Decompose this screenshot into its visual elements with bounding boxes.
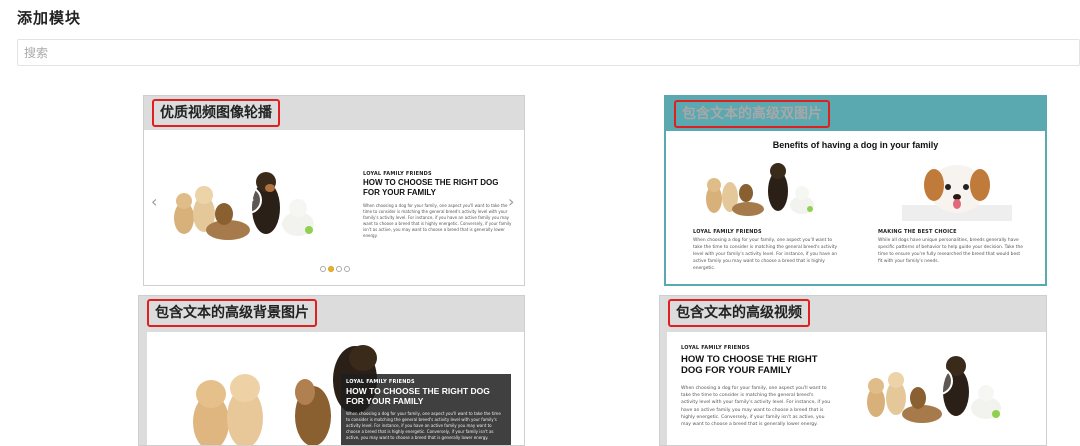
card-preview: Benefits of having a dog in your family: [666, 131, 1045, 284]
play-icon[interactable]: [925, 367, 953, 395]
chevron-left-icon: ‹: [151, 192, 158, 211]
card-preview: ‹ › LOYAL FAMILY FRIENDS HOW TO CHOOSE T…: [144, 130, 524, 285]
module-card-background-image[interactable]: 包含文本的高级背景图片 LOYAL FAMILY FRIENDS HOW TO …: [138, 295, 525, 446]
card-body-text: When choosing a dog for your family, one…: [346, 411, 501, 440]
puppy-image-right: [902, 165, 1012, 221]
card-body-text: When choosing a dog for your family, one…: [363, 203, 512, 238]
card-kicker: LOYAL FAMILY FRIENDS: [681, 345, 750, 351]
dogs-image-left: [706, 163, 814, 216]
card-header: 包含文本的高级视频: [660, 296, 1046, 330]
carousel-dot[interactable]: [336, 266, 342, 272]
module-card-video-text[interactable]: 包含文本的高级视频 LOYAL FAMILY FRIENDS HOW TO CH…: [659, 295, 1047, 446]
card-header: 包含文本的高级背景图片: [139, 296, 524, 330]
card-preview: LOYAL FAMILY FRIENDS HOW TO CHOOSE THE R…: [667, 332, 1046, 445]
left-column-title: LOYAL FAMILY FRIENDS: [693, 229, 762, 235]
page-title: 添加模块: [17, 9, 82, 27]
card-header: 包含文本的高级双图片: [666, 97, 1045, 131]
carousel-dot-active[interactable]: [328, 266, 334, 272]
card-header: 优质视频图像轮播: [144, 96, 524, 130]
carousel-dot[interactable]: [344, 266, 350, 272]
card-label: 包含文本的高级双图片: [674, 100, 830, 128]
card-headline: HOW TO CHOOSE THE RIGHT DOG FOR YOUR FAM…: [346, 386, 490, 406]
module-card-dual-image[interactable]: 包含文本的高级双图片 Benefits of having a dog in y…: [664, 95, 1047, 286]
card-label: 优质视频图像轮播: [152, 99, 280, 127]
carousel-dot[interactable]: [320, 266, 326, 272]
right-column-text: While all dogs have unique personalities…: [878, 238, 1023, 264]
search-input[interactable]: [17, 39, 1080, 66]
card-preview: LOYAL FAMILY FRIENDS HOW TO CHOOSE THE R…: [147, 332, 524, 445]
card-headline: HOW TO CHOOSE THE RIGHT DOG FOR YOUR FAM…: [363, 178, 499, 197]
left-column-text: When choosing a dog for your family, one…: [693, 238, 838, 271]
card-label: 包含文本的高级背景图片: [147, 299, 317, 327]
module-card-video-carousel[interactable]: 优质视频图像轮播 ‹ › LOYAL FAMILY FRIENDS HOW TO…: [143, 95, 525, 286]
add-module-page: 添加模块 优质视频图像轮播 ‹ › LOYA: [0, 0, 1080, 446]
card-headline: HOW TO CHOOSE THE RIGHT DOG FOR YOUR FAM…: [681, 354, 818, 376]
play-icon[interactable]: [234, 186, 262, 214]
card-body-text: When choosing a dog for your family, one…: [681, 386, 831, 428]
card-kicker: LOYAL FAMILY FRIENDS: [346, 379, 415, 385]
right-column-title: MAKING THE BEST CHOICE: [878, 229, 957, 235]
card-kicker: LOYAL FAMILY FRIENDS: [363, 171, 432, 177]
card-label: 包含文本的高级视频: [668, 299, 810, 327]
card-heading: Benefits of having a dog in your family: [772, 140, 939, 150]
text-overlay-panel: LOYAL FAMILY FRIENDS HOW TO CHOOSE THE R…: [341, 374, 511, 445]
carousel-dots: [320, 266, 350, 272]
